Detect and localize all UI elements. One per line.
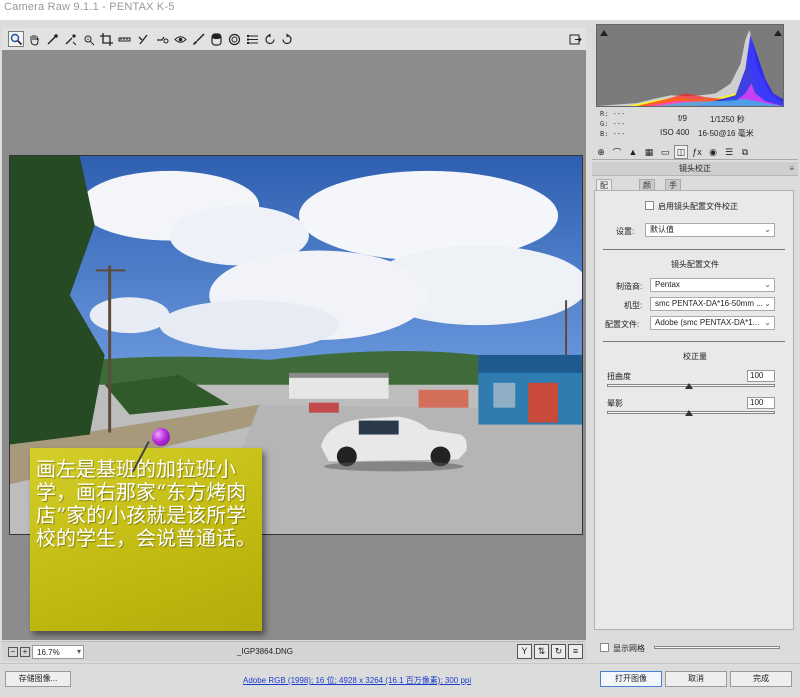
- panel-header: 镜头校正 ≡: [592, 162, 798, 176]
- preferences-icon[interactable]: [244, 31, 260, 47]
- zoom-tool-icon[interactable]: [8, 31, 24, 47]
- chevron-down-icon: ⌄: [764, 299, 771, 308]
- split-toning-icon[interactable]: ▭: [658, 145, 672, 159]
- profile-section-title: 镜头配置文件: [671, 260, 719, 269]
- enable-profile-label: 启用镜头配置文件校正: [658, 202, 738, 211]
- basic-panel-icon[interactable]: ⊕: [594, 145, 608, 159]
- make-label: 制造商:: [616, 282, 643, 291]
- distortion-label: 扭曲度: [607, 372, 631, 381]
- target-adjust-icon[interactable]: [80, 31, 96, 47]
- detail-icon[interactable]: ▲: [626, 145, 640, 159]
- vignetting-label: 晕影: [607, 399, 623, 408]
- profile-value: Adobe (smc PENTAX-DA*1...: [655, 318, 760, 327]
- color-sampler-icon[interactable]: [62, 31, 78, 47]
- show-grid-checkbox[interactable]: [600, 643, 609, 652]
- done-button[interactable]: 完成: [730, 671, 792, 687]
- copy-settings-button[interactable]: ↻: [551, 644, 566, 659]
- make-select[interactable]: Pentax ⌄: [650, 278, 775, 292]
- spot-removal-icon[interactable]: [154, 31, 170, 47]
- exif-iso: ISO 400: [660, 128, 690, 137]
- make-value: Pentax: [655, 280, 680, 289]
- tone-curve-icon[interactable]: ⌒: [610, 145, 624, 159]
- zoom-out-button[interactable]: −: [8, 647, 18, 657]
- histogram: [596, 24, 784, 107]
- view-settings-button[interactable]: ≡: [568, 644, 583, 659]
- highlight-clipping-icon[interactable]: [774, 30, 782, 36]
- model-select[interactable]: smc PENTAX-DA*16-50mm ... ⌄: [650, 297, 775, 311]
- chevron-down-icon: ⌄: [764, 225, 771, 234]
- cancel-button[interactable]: 取消: [665, 671, 727, 687]
- presets-icon[interactable]: ☰: [722, 145, 736, 159]
- divider: [603, 249, 785, 250]
- eyedropper-icon[interactable]: [44, 31, 60, 47]
- graduated-filter-icon[interactable]: [208, 31, 224, 47]
- model-label: 机型:: [624, 301, 643, 310]
- red-eye-icon[interactable]: [172, 31, 188, 47]
- readout-g: G: ---: [600, 120, 626, 128]
- exif-aperture: f/9: [678, 114, 687, 123]
- setup-label: 设置:: [616, 227, 635, 236]
- crop-icon[interactable]: [98, 31, 114, 47]
- setup-select[interactable]: 默认值 ⌄: [645, 223, 775, 237]
- chevron-down-icon: ⌄: [764, 318, 771, 327]
- show-grid-row: 显示网格: [596, 641, 796, 655]
- model-value: smc PENTAX-DA*16-50mm ...: [655, 299, 763, 308]
- zoom-level-value: 16.7%: [37, 648, 60, 657]
- vignetting-slider-thumb[interactable]: [685, 410, 693, 416]
- setup-value: 默认值: [650, 225, 674, 234]
- divider: [603, 341, 785, 342]
- grid-size-slider[interactable]: [654, 646, 780, 649]
- chevron-down-icon: ▾: [76, 647, 81, 656]
- rotate-cw-icon[interactable]: [278, 31, 294, 47]
- shadow-clipping-icon[interactable]: [600, 30, 608, 36]
- histogram-graph: [597, 29, 783, 106]
- sticky-note: 画左是基班的加拉班小学，画右那家“东方烤肉店”家的小孩就是该所学校的学生，会说普…: [30, 448, 262, 631]
- readout-b: B: ---: [600, 130, 626, 138]
- before-after-view-button[interactable]: Y: [517, 644, 532, 659]
- radial-filter-icon[interactable]: [226, 31, 242, 47]
- window-title: Camera Raw 9.1.1 - PENTAX K-5: [4, 1, 175, 13]
- hsl-icon[interactable]: ▦: [642, 145, 656, 159]
- vignetting-input[interactable]: 100: [747, 397, 775, 409]
- right-panel: R: --- G: --- B: --- f/9 1/1250 秒 ISO 40…: [590, 22, 798, 660]
- panel-menu-icon[interactable]: ≡: [789, 162, 794, 176]
- lens-corrections-icon[interactable]: ◫: [674, 145, 688, 159]
- fullscreen-icon[interactable]: [567, 31, 583, 47]
- title-bar: Camera Raw 9.1.1 - PENTAX K-5: [0, 0, 800, 20]
- show-grid-label: 显示网格: [613, 644, 645, 653]
- enable-profile-checkbox[interactable]: [645, 201, 654, 210]
- note-text: 画左是基班的加拉班小学，画右那家“东方烤肉店”家的小孩就是该所学校的学生，会说普…: [36, 457, 256, 550]
- zoom-in-button[interactable]: +: [20, 647, 30, 657]
- exif-lens: 16-50@16 毫米: [698, 129, 754, 138]
- profile-select[interactable]: Adobe (smc PENTAX-DA*1... ⌄: [650, 316, 775, 330]
- hand-tool-icon[interactable]: [26, 31, 42, 47]
- readout-r: R: ---: [600, 110, 626, 118]
- chevron-down-icon: ⌄: [764, 280, 771, 289]
- open-image-button[interactable]: 打开图像: [600, 671, 662, 687]
- rotate-ccw-icon[interactable]: [262, 31, 278, 47]
- snapshots-icon[interactable]: ⧉: [738, 145, 752, 159]
- panel-tabs: ⊕ ⌒ ▲ ▦ ▭ ◫ ƒx ◉ ☰ ⧉: [592, 144, 798, 160]
- swap-view-button[interactable]: ⇅: [534, 644, 549, 659]
- adjustment-brush-icon[interactable]: [190, 31, 206, 47]
- transform-icon[interactable]: [136, 31, 152, 47]
- distortion-slider-thumb[interactable]: [685, 383, 693, 389]
- workflow-options-link[interactable]: Adobe RGB (1998); 16 位; 4928 x 3264 (16.…: [243, 675, 471, 686]
- image-status-bar: − + 16.7% ▾ _IGP3864.DNG Y ⇅ ↻ ≡: [2, 641, 586, 661]
- effects-icon[interactable]: ƒx: [690, 145, 704, 159]
- toolbar: [2, 28, 586, 50]
- save-image-button[interactable]: 存储图像...: [5, 671, 71, 687]
- exif-shutter: 1/1250 秒: [710, 115, 745, 124]
- camera-calibration-icon[interactable]: ◉: [706, 145, 720, 159]
- correction-section-title: 校正量: [683, 352, 707, 361]
- zoom-level-select[interactable]: 16.7% ▾: [32, 645, 84, 659]
- lens-profile-body: 启用镜头配置文件校正 设置: 默认值 ⌄ 镜头配置文件 制造商: Pentax …: [594, 190, 794, 630]
- profile-label: 配置文件:: [605, 320, 640, 329]
- panel-title: 镜头校正: [679, 164, 711, 173]
- straighten-icon[interactable]: [116, 31, 132, 47]
- footer-bar: 存储图像... Adobe RGB (1998); 16 位; 4928 x 3…: [0, 663, 800, 697]
- filename-label: _IGP3864.DNG: [237, 647, 294, 656]
- push-pin-icon: [152, 428, 170, 446]
- distortion-input[interactable]: 100: [747, 370, 775, 382]
